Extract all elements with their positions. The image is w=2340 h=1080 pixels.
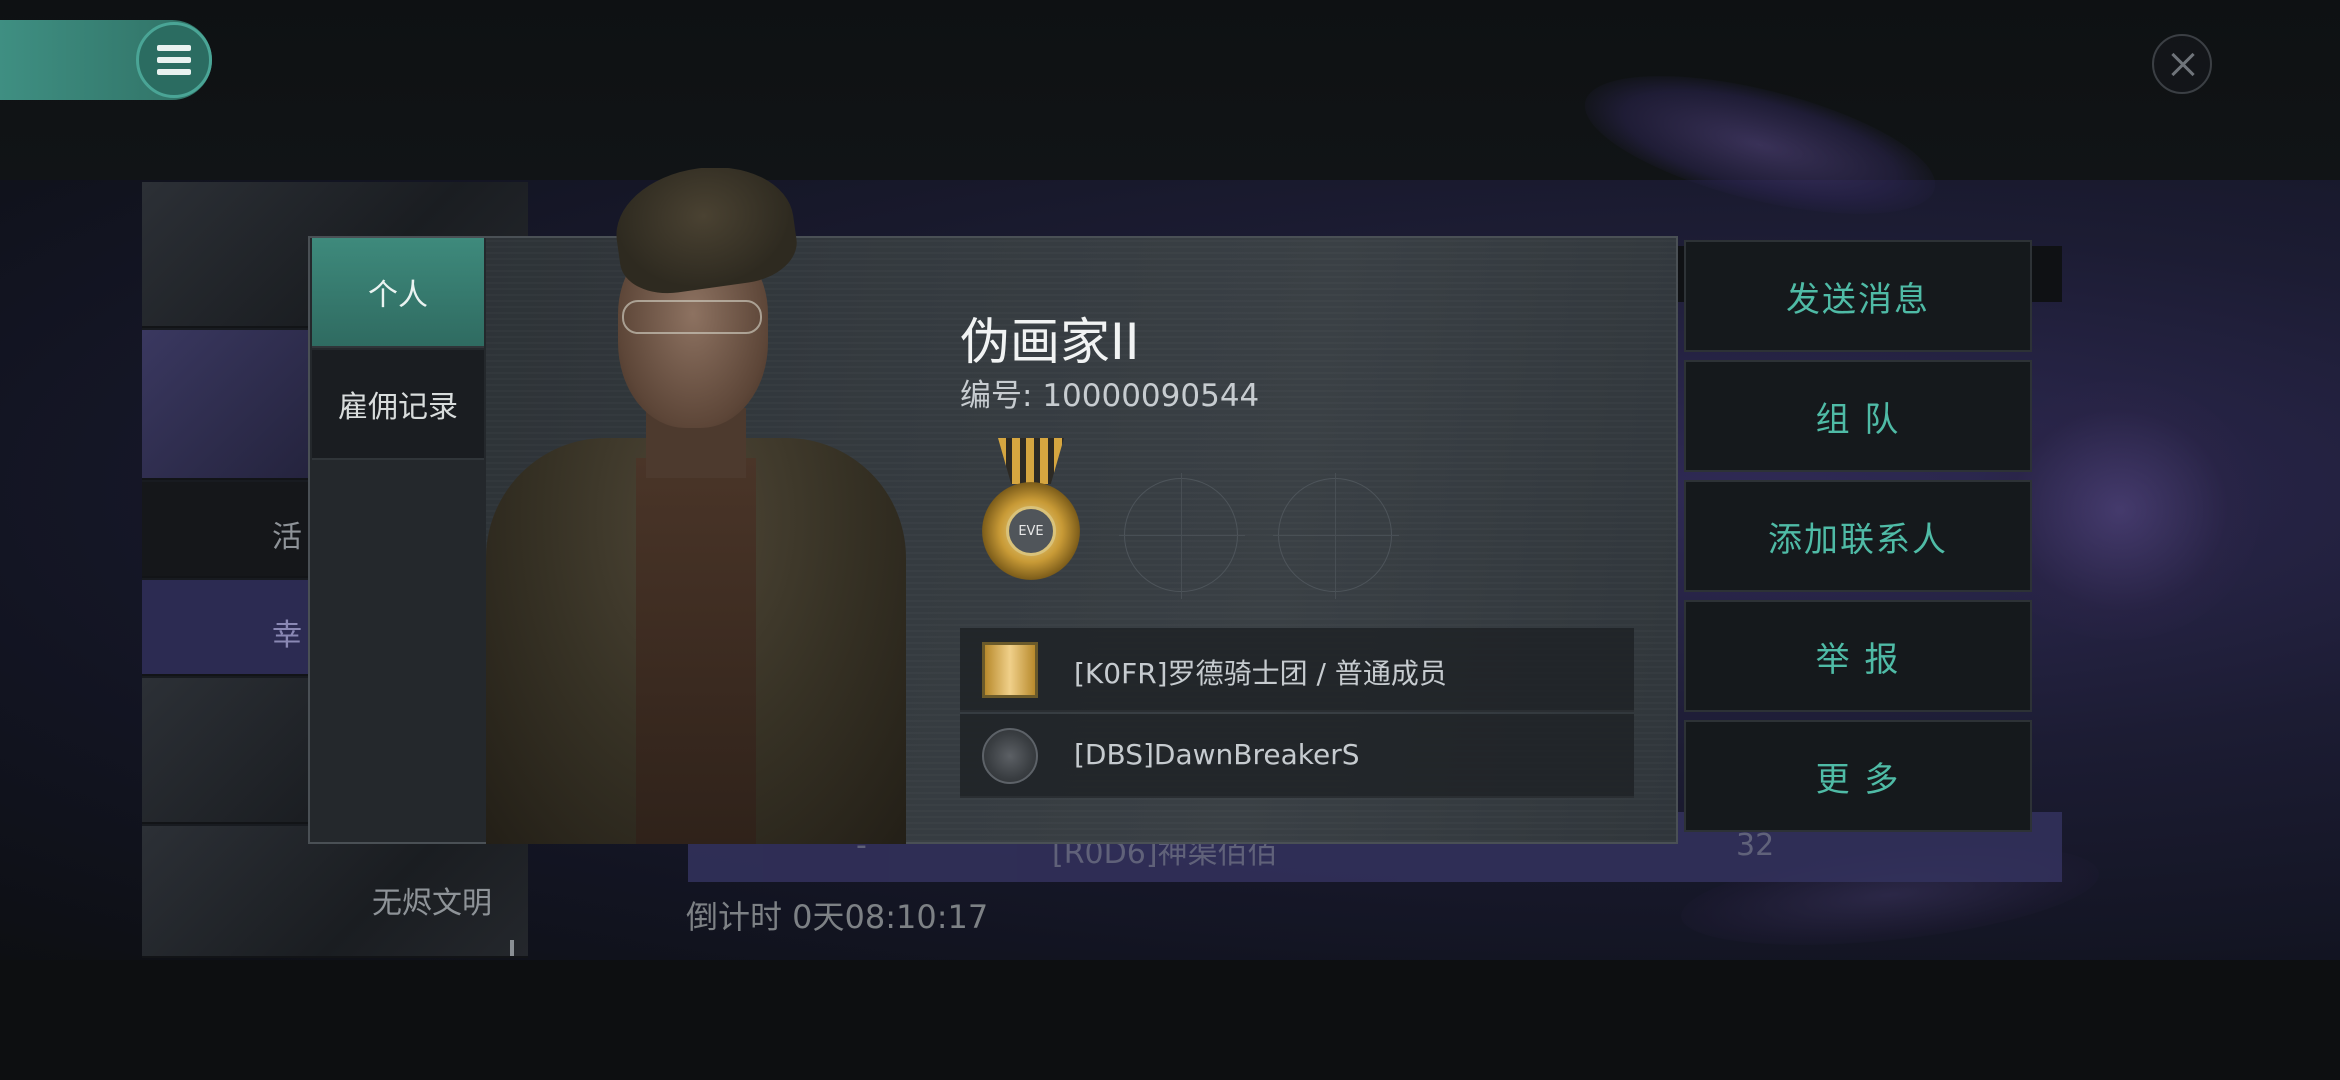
- medal-icon[interactable]: EVE: [976, 438, 1086, 598]
- empty-medal-slot: [1119, 473, 1245, 599]
- profile-tabs: 个人 雇佣记录: [310, 238, 486, 842]
- medal-label: EVE: [1006, 506, 1056, 556]
- character-portrait: [486, 168, 906, 844]
- list-item[interactable]: 无烬文明: [142, 826, 528, 958]
- empty-medal-slot: [1273, 473, 1399, 599]
- id-label: 编号:: [960, 378, 1033, 414]
- background-top: [0, 0, 2340, 180]
- tab-personal[interactable]: 个人: [312, 238, 484, 348]
- character-name: 伪画家II: [960, 313, 1140, 371]
- list-scrollbar[interactable]: [510, 940, 514, 956]
- countdown-text: 倒计时 0天08:10:17: [686, 898, 989, 936]
- close-icon[interactable]: [2152, 34, 2212, 94]
- hamburger-menu-icon[interactable]: [136, 22, 212, 98]
- team-up-button[interactable]: 组 队: [1684, 360, 2032, 472]
- corporation-name: [K0FR]罗德骑士团 / 普通成员: [1074, 657, 1447, 690]
- alliance-logo-icon: [982, 728, 1038, 784]
- alliance-row[interactable]: [DBS]DawnBreakerS: [960, 714, 1634, 798]
- report-button[interactable]: 举 报: [1684, 600, 2032, 712]
- list-item-label: 活: [272, 520, 302, 555]
- add-contact-button[interactable]: 添加联系人: [1684, 480, 2032, 592]
- corporation-logo-icon: [982, 642, 1038, 698]
- corporation-row[interactable]: [K0FR]罗德骑士团 / 普通成员: [960, 628, 1634, 712]
- alliance-name: [DBS]DawnBreakerS: [1074, 738, 1360, 771]
- list-item-label: 幸: [272, 618, 302, 653]
- send-message-button[interactable]: 发送消息: [1684, 240, 2032, 352]
- id-value: 10000090544: [1042, 378, 1260, 414]
- profile-dialog: 个人 雇佣记录 伪画家II 编号: 10000090544 EVE [K0FR]…: [308, 168, 1678, 844]
- list-item-label: 无烬文明: [372, 886, 492, 921]
- tab-hire-records[interactable]: 雇佣记录: [312, 350, 484, 460]
- profile-actions: 发送消息 组 队 添加联系人 举 报 更 多: [1684, 240, 2032, 838]
- background-bottom: [0, 960, 2340, 1080]
- character-id: 编号: 10000090544: [960, 370, 1259, 415]
- more-button[interactable]: 更 多: [1684, 720, 2032, 832]
